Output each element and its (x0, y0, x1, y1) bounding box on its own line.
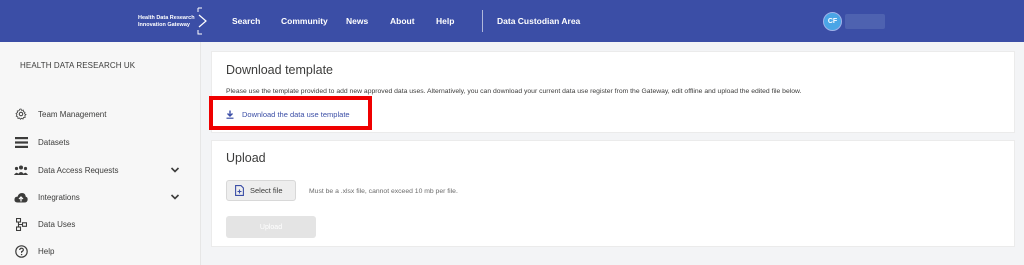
group-icon (14, 163, 28, 177)
sidebar-item-label: Team Management (38, 109, 107, 119)
nav-about[interactable]: About (390, 0, 415, 42)
sidebar-item-label: Data Uses (38, 219, 76, 229)
nav-help[interactable]: Help (436, 0, 454, 42)
sidebar-item-label: Integrations (38, 192, 80, 202)
upload-card: Upload Select file Must be a .xlsx file,… (211, 140, 1015, 247)
logo-line-2: Innovation Gateway (138, 21, 190, 28)
nav-divider (482, 10, 483, 32)
logo-line-1: Health Data Research (138, 15, 195, 21)
upload-button[interactable]: Upload (226, 216, 316, 238)
sidebar-item-label: Help (38, 246, 55, 256)
nav-data-custodian-area[interactable]: Data Custodian Area (497, 0, 580, 42)
file-requirements-hint: Must be a .xlsx file, cannot exceed 10 m… (309, 188, 458, 195)
top-navigation-bar: Health Data Research Innovation Gateway … (0, 0, 1024, 42)
user-avatar[interactable]: CF (823, 12, 842, 31)
select-file-label: Select file (250, 186, 283, 195)
sidebar-item-datasets[interactable]: Datasets (0, 132, 201, 152)
sidebar-item-label: Data Access Requests (38, 165, 119, 175)
sidebar-item-data-access-requests[interactable]: Data Access Requests (0, 160, 201, 180)
select-file-button[interactable]: Select file (226, 180, 296, 201)
download-template-title: Download template (226, 63, 334, 77)
sidebar-item-team-management[interactable]: Team Management (0, 104, 201, 124)
sidebar: HEALTH DATA RESEARCH UK Team Management … (0, 42, 201, 265)
sidebar-item-label: Datasets (38, 137, 70, 147)
nav-news[interactable]: News (346, 0, 368, 42)
user-name-redacted[interactable] (845, 14, 885, 29)
chevron-down-icon[interactable] (170, 192, 180, 202)
gear-icon (14, 107, 28, 121)
nav-community[interactable]: Community (281, 0, 328, 42)
organisation-name: HEALTH DATA RESEARCH UK (20, 61, 136, 70)
hierarchy-icon (14, 217, 28, 231)
nav-search[interactable]: Search (232, 0, 260, 42)
chevron-down-icon[interactable] (170, 165, 180, 175)
highlight-box (209, 96, 372, 130)
logo-chevron-icon (197, 7, 207, 35)
help-circle-icon (14, 244, 28, 258)
sidebar-item-integrations[interactable]: Integrations (0, 187, 201, 207)
sidebar-item-help[interactable]: Help (0, 241, 201, 261)
list-icon (14, 135, 28, 149)
download-template-description: Please use the template provided to add … (226, 88, 802, 95)
cloud-upload-icon (14, 190, 28, 204)
sidebar-item-data-uses[interactable]: Data Uses (0, 214, 201, 234)
upload-title: Upload (226, 151, 266, 165)
file-add-icon (235, 185, 244, 196)
gateway-logo[interactable]: Health Data Research Innovation Gateway (138, 7, 208, 35)
